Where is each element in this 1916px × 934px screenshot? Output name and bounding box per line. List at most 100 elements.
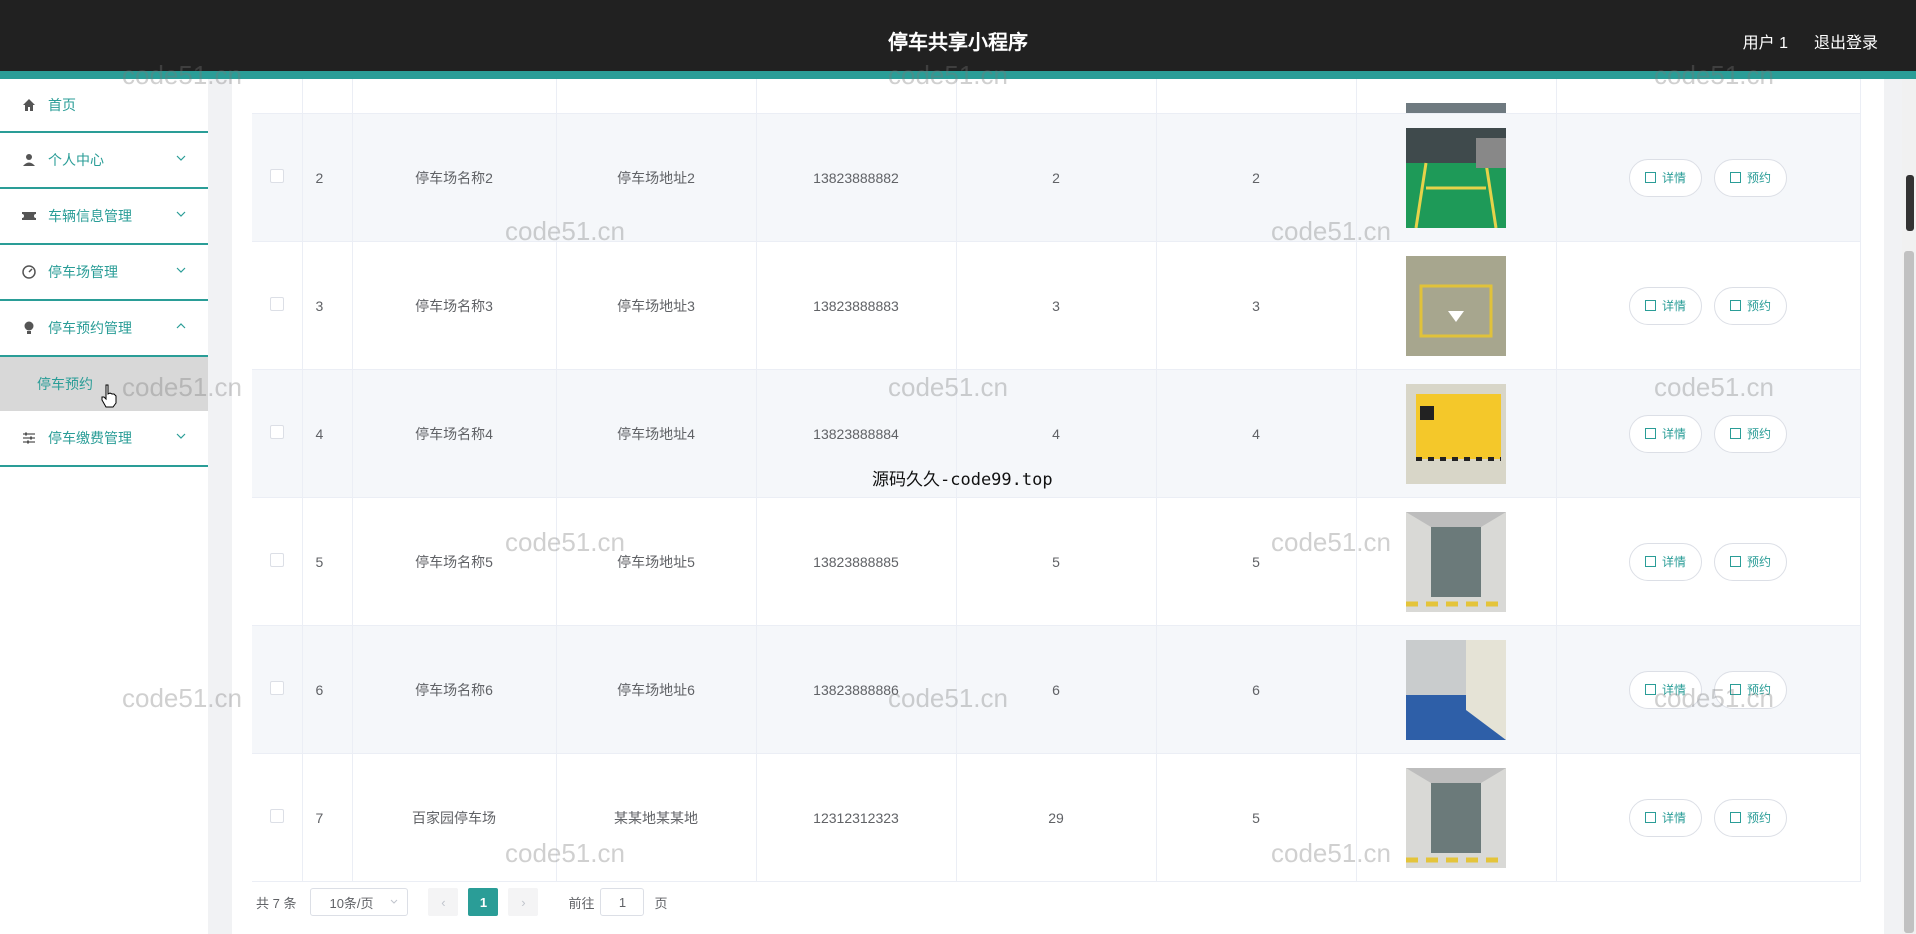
scroll-indicator xyxy=(1906,175,1914,231)
parking-remaining: 3 xyxy=(1156,241,1357,370)
reserve-button[interactable]: 预约 xyxy=(1713,542,1787,581)
page-number-button[interactable]: 1 xyxy=(468,888,499,916)
row-index: 3 xyxy=(302,241,353,370)
parking-name: 停车场名称2 xyxy=(352,113,557,242)
detail-button[interactable]: 详情 xyxy=(1629,542,1703,581)
prev-page-button[interactable]: ‹ xyxy=(428,888,459,916)
parking-remaining: 4 xyxy=(1156,369,1357,498)
page-size-value: 10条/页 xyxy=(329,895,374,911)
row-checkbox[interactable] xyxy=(269,809,284,823)
table-row: 2 停车场名称2 停车场地址2 13823888882 2 2 详情 预约 xyxy=(252,113,1861,242)
sidebar-item-home[interactable]: 首页 xyxy=(0,79,208,133)
detail-button[interactable]: 详情 xyxy=(1629,414,1703,453)
next-page-button[interactable]: › xyxy=(508,888,539,916)
row-checkbox[interactable] xyxy=(269,425,284,439)
parking-name: 停车场名称4 xyxy=(352,369,557,498)
table-row: 7 百家园停车场 某某地某某地 12312312323 29 5 详情 预约 xyxy=(252,753,1861,882)
sidebar-item-label: 个人中心 xyxy=(48,152,104,168)
detail-label: 详情 xyxy=(1662,811,1687,825)
row-checkbox[interactable] xyxy=(269,297,284,311)
doc-icon xyxy=(1645,812,1657,823)
doc-icon xyxy=(1729,556,1741,567)
chevron-down-icon xyxy=(176,155,186,161)
doc-icon xyxy=(1645,428,1657,439)
doc-icon xyxy=(1645,684,1657,695)
parking-thumbnail xyxy=(1406,511,1506,612)
parking-name: 百家园停车场 xyxy=(352,753,557,882)
parking-phone: 13823888885 xyxy=(756,497,957,626)
sidebar-item-label: 停车缴费管理 xyxy=(48,430,132,446)
sidebar-item-reservation[interactable]: 停车预约管理 xyxy=(0,301,208,357)
detail-button[interactable]: 详情 xyxy=(1629,670,1703,709)
sidebar-item-payment[interactable]: 停车缴费管理 xyxy=(0,411,208,467)
parking-phone: 13823888882 xyxy=(756,113,957,242)
reserve-button[interactable]: 预约 xyxy=(1713,286,1787,325)
chevron-up-icon xyxy=(176,323,186,329)
parking-address: 停车场地址5 xyxy=(556,497,757,626)
chevron-down-icon xyxy=(176,211,186,217)
parking-address: 停车场地址2 xyxy=(556,113,757,242)
parking-address: 停车场地址4 xyxy=(556,369,757,498)
reserve-button[interactable]: 预约 xyxy=(1713,414,1787,453)
parking-remaining: 5 xyxy=(1156,753,1357,882)
reserve-button[interactable]: 预约 xyxy=(1713,798,1787,837)
parking-phone: 13823888886 xyxy=(756,625,957,754)
doc-icon xyxy=(1729,172,1741,183)
parking-count: 29 xyxy=(956,753,1157,882)
doc-icon xyxy=(1645,172,1657,183)
doc-icon xyxy=(1729,684,1741,695)
goto-page-input[interactable] xyxy=(600,888,645,916)
sidebar-item-label: 车辆信息管理 xyxy=(48,208,132,224)
reserve-label: 预约 xyxy=(1746,171,1771,185)
goto-suffix: 页 xyxy=(654,895,668,911)
sidebar-item-label: 停车预约管理 xyxy=(48,320,132,336)
table-row-partial xyxy=(252,79,1861,114)
doc-icon xyxy=(1729,428,1741,439)
detail-button[interactable]: 详情 xyxy=(1629,158,1703,197)
sidebar-item-personal-center[interactable]: 个人中心 xyxy=(0,133,208,189)
reserve-label: 预约 xyxy=(1746,555,1771,569)
parking-remaining: 6 xyxy=(1156,625,1357,754)
parking-count: 5 xyxy=(956,497,1157,626)
row-index: 2 xyxy=(302,113,353,242)
sidebar-item-vehicle-info[interactable]: 车辆信息管理 xyxy=(0,189,208,245)
doc-icon xyxy=(1729,812,1741,823)
sliders-icon xyxy=(20,429,38,447)
row-checkbox[interactable] xyxy=(269,169,284,183)
doc-icon xyxy=(1645,300,1657,311)
row-index: 7 xyxy=(302,753,353,882)
parking-count: 2 xyxy=(956,113,1157,242)
detail-button[interactable]: 详情 xyxy=(1629,286,1703,325)
parking-thumbnail xyxy=(1406,103,1506,113)
page-scrollbar[interactable] xyxy=(1902,79,1916,934)
detail-label: 详情 xyxy=(1662,683,1687,697)
reserve-button[interactable]: 预约 xyxy=(1713,158,1787,197)
parking-thumbnail xyxy=(1406,127,1506,228)
bulb-icon xyxy=(20,319,38,337)
current-user[interactable]: 用户 1 xyxy=(1743,29,1788,53)
row-checkbox[interactable] xyxy=(269,553,284,567)
sidebar-item-parking-lot[interactable]: 停车场管理 xyxy=(0,245,208,301)
row-index: 6 xyxy=(302,625,353,754)
detail-label: 详情 xyxy=(1662,171,1687,185)
parking-count: 3 xyxy=(956,241,1157,370)
parking-thumbnail xyxy=(1406,639,1506,740)
page-size-select[interactable]: 10条/页 xyxy=(310,888,409,916)
row-checkbox[interactable] xyxy=(269,681,284,695)
detail-label: 详情 xyxy=(1662,555,1687,569)
total-count: 共 7 条 xyxy=(256,895,297,911)
app-title: 停车共享小程序 xyxy=(888,32,1028,54)
doc-icon xyxy=(1729,300,1741,311)
parking-name: 停车场名称5 xyxy=(352,497,557,626)
reserve-label: 预约 xyxy=(1746,299,1771,313)
parking-phone: 12312312323 xyxy=(756,753,957,882)
reserve-button[interactable]: 预约 xyxy=(1713,670,1787,709)
sidebar-subitem-label: 停车预约 xyxy=(37,376,93,392)
row-index: 5 xyxy=(302,497,353,626)
parking-name: 停车场名称6 xyxy=(352,625,557,754)
ticket-icon xyxy=(20,207,38,225)
scrollbar-thumb[interactable] xyxy=(1904,251,1914,933)
logout-link[interactable]: 退出登录 xyxy=(1814,29,1878,53)
detail-button[interactable]: 详情 xyxy=(1629,798,1703,837)
parking-remaining: 5 xyxy=(1156,497,1357,626)
